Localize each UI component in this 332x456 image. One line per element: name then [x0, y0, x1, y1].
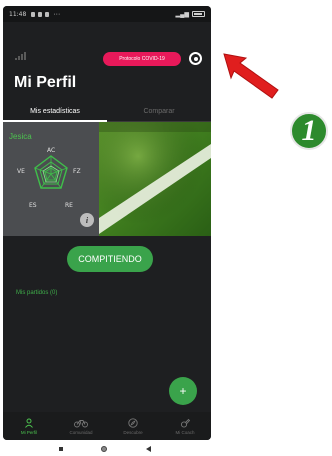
status-time: 11:48	[9, 10, 27, 18]
back-icon[interactable]	[145, 446, 151, 452]
radar-label-re: RE	[65, 202, 73, 209]
nav-label-community: Comunidad	[69, 429, 93, 435]
nav-item-my-coach[interactable]: Mi Coach	[159, 412, 211, 440]
radar-label-ve: VE	[17, 168, 25, 175]
signal-strength-icon: ▂▄▆	[175, 11, 189, 18]
my-matches-link[interactable]: Mis partidos (0)	[16, 290, 57, 296]
annotation-arrow-icon	[223, 53, 279, 99]
connection-bars-icon	[15, 52, 26, 60]
person-icon	[25, 418, 33, 428]
whistle-icon	[180, 418, 190, 428]
info-icon[interactable]: i	[80, 213, 94, 227]
nav-item-my-profile[interactable]: Mi Perfil	[3, 412, 55, 440]
step-number-badge: 1	[290, 112, 328, 150]
protocol-covid-button[interactable]: Protocolo COVID-19	[103, 52, 181, 66]
stats-card: AC VE FZ ES RE	[3, 122, 211, 236]
status-notification-icons	[31, 11, 50, 17]
profile-tabs: Mis estadísticas Comparar	[3, 102, 211, 122]
radar-label-fz: FZ	[73, 168, 81, 175]
phone-screen: 11:48 ··· ▂▄▆ Protocolo COVID-19 Mi Perf…	[3, 6, 211, 440]
tab-my-stats[interactable]: Mis estadísticas	[3, 102, 107, 122]
status-bar: 11:48 ··· ▂▄▆	[3, 6, 211, 22]
nav-label-my-profile: Mi Perfil	[20, 429, 38, 435]
radar-label-ac: AC	[47, 147, 56, 154]
field-grass-graphic	[99, 122, 211, 236]
nav-label-discover: Descubre	[123, 429, 143, 435]
nav-label-my-coach: Mi Coach	[175, 429, 195, 435]
radar-value-shape	[42, 165, 60, 183]
screenshot-stage: 11:48 ··· ▂▄▆ Protocolo COVID-19 Mi Perf…	[0, 0, 332, 456]
competing-button[interactable]: COMPITIENDO	[67, 246, 153, 272]
settings-gear-icon[interactable]	[189, 52, 202, 65]
radar-label-es: ES	[29, 202, 37, 209]
status-right-icons: ▂▄▆	[176, 11, 205, 18]
compass-icon	[128, 417, 138, 428]
status-more-dots: ···	[53, 10, 61, 18]
plus-icon: +	[179, 384, 187, 398]
football-field-image	[99, 122, 211, 236]
home-icon[interactable]	[101, 446, 108, 452]
battery-icon	[192, 11, 205, 17]
bottom-nav: Mi Perfil Comunidad Descubre Mi Coach	[3, 412, 211, 440]
player-name: Jesica	[9, 132, 32, 141]
page-title: Mi Perfil	[14, 74, 77, 91]
nav-item-community[interactable]: Comunidad	[55, 412, 107, 440]
recent-apps-icon[interactable]	[59, 447, 64, 451]
android-system-nav	[40, 444, 170, 454]
add-fab-button[interactable]: +	[169, 377, 197, 405]
nav-item-discover[interactable]: Descubre	[107, 412, 159, 440]
bicycle-icon	[74, 419, 88, 427]
tab-compare[interactable]: Comparar	[107, 102, 211, 122]
